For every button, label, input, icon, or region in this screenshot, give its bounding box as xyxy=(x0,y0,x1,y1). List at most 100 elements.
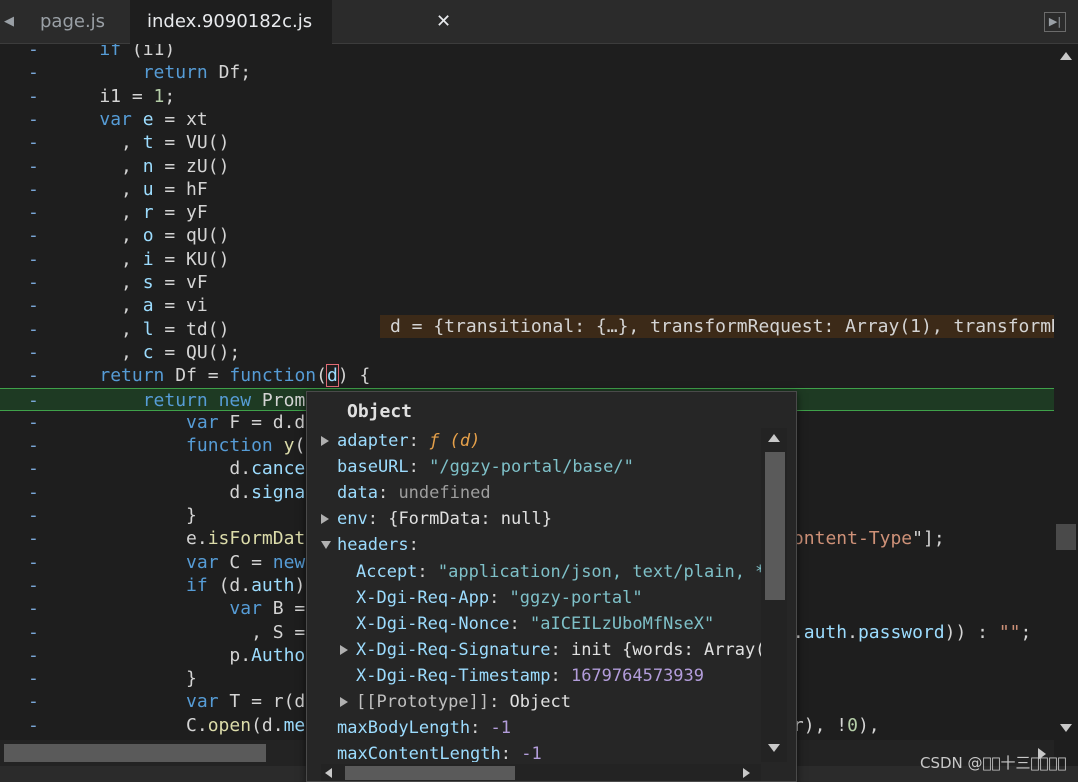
property-row[interactable]: adapter: ƒ (d) xyxy=(307,428,761,454)
gutter-marker[interactable]: - xyxy=(28,434,42,457)
property-value: ƒ (d) xyxy=(429,431,481,451)
gutter-marker[interactable]: - xyxy=(28,644,42,667)
property-key: X-Dgi-Req-Nonce xyxy=(356,614,510,634)
tab-page-js[interactable]: page.js xyxy=(26,0,130,44)
code-line[interactable]: - var e = xt xyxy=(0,108,1054,131)
code-line[interactable]: - return Df; xyxy=(0,61,1054,84)
panel-toggle-icon[interactable]: ▶| xyxy=(1044,12,1066,32)
property-row: X-Dgi-Req-Nonce: "aICEILzUboMfNseX" xyxy=(307,611,761,637)
code-text: d.cancel xyxy=(56,458,317,479)
gutter-marker[interactable]: - xyxy=(28,131,42,154)
code-line[interactable]: - , u = hF xyxy=(0,178,1054,201)
gutter-marker[interactable]: - xyxy=(28,714,42,737)
code-text: , u = hF xyxy=(56,179,208,200)
code-line[interactable]: - , n = zU() xyxy=(0,155,1054,178)
gutter-marker[interactable]: - xyxy=(28,527,42,550)
code-text: , i = KU() xyxy=(56,249,230,270)
gutter-marker[interactable]: - xyxy=(28,411,42,434)
tab-index-js[interactable]: index.9090182c.js ✕ xyxy=(130,0,451,44)
gutter-marker[interactable]: - xyxy=(28,389,42,412)
gutter-marker[interactable]: - xyxy=(28,271,42,294)
code-line[interactable]: - if (i1) xyxy=(0,44,1054,61)
tab-bar: ◀ page.js index.9090182c.js ✕ ▶| xyxy=(0,0,1078,44)
gutter-marker[interactable]: - xyxy=(28,108,42,131)
code-text: if (i1) xyxy=(99,44,176,60)
gutter-marker[interactable]: - xyxy=(28,504,42,527)
gutter-marker[interactable]: - xyxy=(28,621,42,644)
popover-property-list: adapter: ƒ (d) baseURL: "/ggzy-portal/bas… xyxy=(307,428,761,762)
popover-horizontal-scrollbar[interactable] xyxy=(321,764,761,781)
code-text: } xyxy=(56,668,197,689)
property-value: Object xyxy=(509,692,571,712)
gutter-marker[interactable]: - xyxy=(28,318,42,341)
property-row[interactable]: env: {FormData: null} xyxy=(307,506,761,532)
code-line[interactable]: - i1 = 1; xyxy=(0,85,1054,108)
property-value: "aICEILzUboMfNseX" xyxy=(530,614,715,634)
gutter-marker[interactable]: - xyxy=(28,61,42,84)
code-line[interactable]: - , o = qU() xyxy=(0,224,1054,247)
tab-nav-left-icon[interactable]: ◀ xyxy=(0,12,18,32)
code-text: , t = VU() xyxy=(56,132,230,153)
code-line[interactable]: - , s = vF xyxy=(0,271,1054,294)
property-row: X-Dgi-Req-Timestamp: 1679764573939 xyxy=(307,663,761,689)
code-line[interactable]: - return Df = function(d) { xyxy=(0,364,1054,387)
expand-triangle-icon[interactable] xyxy=(321,541,331,549)
gutter-marker[interactable]: - xyxy=(28,178,42,201)
gutter-marker[interactable]: - xyxy=(28,224,42,247)
popover-title: Object xyxy=(347,401,413,422)
property-separator: : xyxy=(550,666,571,686)
property-key: X-Dgi-Req-Signature xyxy=(356,640,551,660)
scroll-down-icon[interactable] xyxy=(1060,724,1072,732)
code-line[interactable]: - , i = KU() xyxy=(0,248,1054,271)
gutter-marker[interactable]: - xyxy=(28,690,42,713)
gutter-marker[interactable]: - xyxy=(28,85,42,108)
scroll-up-icon[interactable] xyxy=(768,434,780,442)
gutter-marker[interactable]: - xyxy=(28,667,42,690)
gutter-marker[interactable]: - xyxy=(28,457,42,480)
gutter-marker[interactable]: - xyxy=(28,364,42,387)
code-line[interactable]: - , t = VU() xyxy=(0,131,1054,154)
gutter-marker[interactable]: - xyxy=(28,597,42,620)
gutter-marker[interactable]: - xyxy=(28,248,42,271)
code-text: var e = xt xyxy=(99,109,208,130)
property-separator: : xyxy=(489,692,510,712)
code-line[interactable]: - , c = QU(); xyxy=(0,341,1054,364)
popover-vertical-scrollbar[interactable] xyxy=(761,428,787,762)
property-row[interactable]: headers: xyxy=(307,532,761,558)
scroll-thumb[interactable] xyxy=(765,452,785,600)
collapse-triangle-icon[interactable] xyxy=(321,514,329,524)
scroll-right-icon[interactable] xyxy=(743,768,750,778)
scroll-down-icon[interactable] xyxy=(768,744,780,752)
close-icon[interactable]: ✕ xyxy=(436,0,451,44)
property-row[interactable]: [[Prototype]]: Object xyxy=(307,689,761,715)
collapse-triangle-icon[interactable] xyxy=(340,697,348,707)
gutter-marker[interactable]: - xyxy=(28,481,42,504)
property-value: "ggzy-portal" xyxy=(509,588,643,608)
property-row[interactable]: X-Dgi-Req-Signature: init {words: Array(… xyxy=(307,637,761,663)
code-text: return Df = function(d) { xyxy=(99,364,371,387)
code-line[interactable]: - , a = vi xyxy=(0,294,1054,317)
scroll-thumb[interactable] xyxy=(4,744,266,762)
scroll-thumb[interactable] xyxy=(345,766,515,780)
gutter-marker[interactable]: - xyxy=(28,44,42,61)
property-value: "application/json, text/plain, */*" xyxy=(437,562,761,582)
gutter-marker[interactable]: - xyxy=(28,574,42,597)
code-text: } xyxy=(56,505,197,526)
property-key: headers xyxy=(337,535,409,555)
collapse-triangle-icon[interactable] xyxy=(340,645,348,655)
object-preview-popover[interactable]: Object adapter: ƒ (d) baseURL: "/ggzy-por… xyxy=(306,391,797,782)
gutter-marker[interactable]: - xyxy=(28,201,42,224)
property-key: Accept xyxy=(356,562,418,582)
gutter-marker[interactable]: - xyxy=(28,341,42,364)
editor-vertical-scrollbar[interactable] xyxy=(1054,44,1078,740)
scroll-thumb[interactable] xyxy=(1056,524,1076,550)
gutter-marker[interactable]: - xyxy=(28,551,42,574)
gutter-marker[interactable]: - xyxy=(28,294,42,317)
code-line[interactable]: - , r = yF xyxy=(0,201,1054,224)
scroll-left-icon[interactable] xyxy=(325,768,332,778)
collapse-triangle-icon[interactable] xyxy=(321,436,329,446)
gutter-marker[interactable]: - xyxy=(28,155,42,178)
scroll-up-icon[interactable] xyxy=(1060,52,1072,60)
property-key: env xyxy=(337,509,368,529)
property-row: data: undefined xyxy=(307,480,761,506)
